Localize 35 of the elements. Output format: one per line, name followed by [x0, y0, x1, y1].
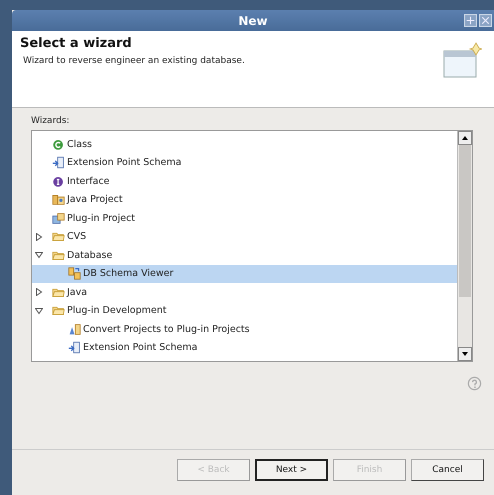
page-title: Select a wizard — [20, 36, 133, 51]
tree-item[interactable]: Database — [32, 246, 457, 264]
schema-icon — [52, 156, 65, 170]
folder-icon — [52, 230, 65, 244]
dialog-button[interactable]: Next > — [255, 458, 328, 480]
scroll-down-icon[interactable] — [458, 347, 472, 361]
expander-icon[interactable] — [35, 251, 43, 260]
tree-item[interactable]: Extension Point Schema — [32, 154, 457, 172]
tree-item[interactable]: Java — [32, 283, 457, 302]
tree-item[interactable]: Java Project — [32, 190, 457, 209]
tree-item[interactable]: Class — [32, 135, 457, 154]
convert-icon — [68, 322, 81, 336]
expander-icon[interactable] — [35, 288, 43, 296]
scroll-up-icon[interactable] — [458, 131, 472, 145]
class-icon — [52, 138, 65, 151]
schema-icon — [68, 341, 81, 354]
tree-item[interactable]: Convert Projects to Plug-in Projects — [32, 320, 457, 338]
interface-icon — [52, 174, 65, 188]
database-icon — [68, 267, 81, 280]
expander-icon[interactable] — [35, 232, 43, 241]
plugin-icon — [52, 212, 65, 225]
tree-item[interactable]: CVS — [32, 228, 457, 246]
window-title: New — [238, 14, 268, 28]
dialog-button[interactable]: Cancel — [411, 458, 484, 480]
expander-icon[interactable] — [35, 306, 43, 315]
tree-item[interactable]: Interface — [32, 172, 457, 190]
tree-item[interactable]: DB Schema Viewer — [32, 264, 457, 283]
scrollbar[interactable] — [457, 131, 472, 361]
tree-item[interactable]: Extension Point Schema — [32, 338, 457, 357]
project-folder-icon — [52, 193, 65, 206]
wizards-label: Wizards: — [31, 116, 70, 126]
tree-item[interactable]: Plug-in Development — [32, 302, 457, 320]
page-description: Wizard to reverse engineer an existing database. — [22, 56, 245, 66]
tree-item[interactable]: Plug-in Project — [32, 209, 457, 228]
folder-icon — [52, 304, 65, 318]
